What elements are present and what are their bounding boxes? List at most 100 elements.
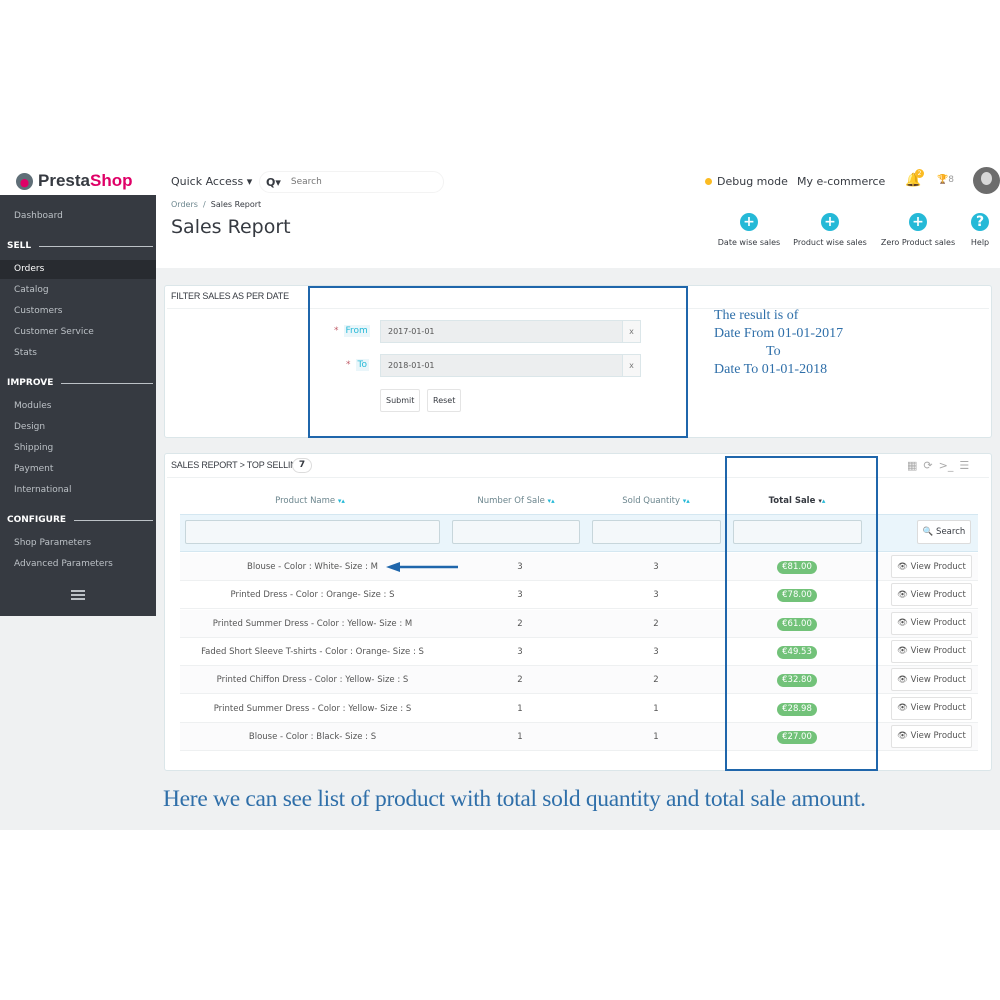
search-input[interactable] — [290, 177, 421, 187]
result-count-badge: 7 — [292, 458, 312, 473]
search-button[interactable]: 🔍 Search — [917, 520, 971, 544]
annotation-box-total-sale — [725, 456, 878, 771]
sidebar-item-customers[interactable]: Customers — [14, 306, 62, 316]
cell-number-of-sale: 1 — [517, 703, 523, 714]
view-product-button[interactable]: 👁 View Product — [891, 668, 972, 692]
plus-circle-icon: + — [821, 213, 839, 231]
user-avatar[interactable] — [973, 167, 1000, 194]
sidebar-section-sell: SELL — [7, 241, 153, 251]
column-header-product-name[interactable]: Product Name ▾▴ — [180, 496, 440, 506]
product-wise-sales-button[interactable]: + Product wise sales — [789, 213, 871, 247]
eye-icon: 👁 — [897, 674, 908, 685]
column-label: Product Name — [275, 496, 336, 506]
cell-product-name: Blouse - Color : Black- Size : S — [248, 731, 377, 742]
sidebar-item-advanced-parameters[interactable]: Advanced Parameters — [14, 559, 113, 569]
sidebar-item-international[interactable]: International — [14, 485, 71, 495]
toolbar-label: Help — [970, 238, 990, 247]
toolbar-label: Product wise sales — [793, 238, 867, 247]
cell-number-of-sale: 1 — [517, 731, 523, 742]
cell-sold-quantity: 3 — [653, 590, 659, 601]
sort-asc-icon[interactable]: ▴ — [341, 497, 345, 505]
eye-icon: 👁 — [897, 731, 908, 742]
view-product-label: View Product — [910, 674, 966, 685]
help-circle-icon: ? — [971, 213, 989, 231]
sql-query-icon[interactable]: >_ — [939, 459, 954, 472]
debug-mode-indicator[interactable]: Debug mode — [705, 175, 788, 188]
breadcrumb-separator: / — [203, 200, 206, 209]
date-wise-sales-button[interactable]: + Date wise sales — [714, 213, 784, 247]
sidebar-item-orders[interactable]: Orders — [14, 264, 44, 274]
cell-product-name: Printed Dress - Color : Orange- Size : S — [230, 590, 395, 601]
annotation-arrow-icon — [386, 562, 458, 572]
column-header-number-of-sale[interactable]: Number Of Sale ▾▴ — [448, 496, 584, 506]
view-product-label: View Product — [910, 731, 966, 742]
toolbar-label: Zero Product sales — [880, 238, 956, 247]
sidebar-item-shipping[interactable]: Shipping — [14, 443, 53, 453]
cell-product-name: Printed Chiffon Dress - Color : Yellow- … — [216, 675, 409, 686]
view-product-label: View Product — [910, 646, 966, 657]
view-product-button[interactable]: 👁 View Product — [891, 639, 972, 663]
export-icon[interactable]: ▦ — [907, 459, 917, 472]
view-product-label: View Product — [910, 703, 966, 713]
cell-product-name: Printed Summer Dress - Color : Yellow- S… — [213, 703, 412, 714]
eye-icon: 👁 — [897, 561, 908, 572]
zero-product-sales-button[interactable]: + Zero Product sales — [877, 213, 959, 247]
sidebar-item-catalog[interactable]: Catalog — [14, 285, 49, 295]
sort-asc-icon[interactable]: ▴ — [551, 497, 555, 505]
database-icon[interactable]: ☰ — [959, 459, 969, 472]
sort-asc-icon[interactable]: ▴ — [686, 497, 690, 505]
cell-sold-quantity: 1 — [653, 703, 659, 714]
view-product-button[interactable]: 👁 View Product — [891, 555, 972, 578]
view-product-button[interactable]: 👁 View Product — [891, 724, 972, 748]
filter-number-of-sale[interactable] — [452, 520, 580, 544]
section-divider — [39, 245, 153, 247]
trophy-icon[interactable]: 🏆8 — [937, 175, 954, 185]
cell-number-of-sale: 3 — [517, 646, 523, 657]
view-product-label: View Product — [910, 561, 966, 572]
column-header-sold-quantity[interactable]: Sold Quantity ▾▴ — [588, 496, 724, 506]
global-search[interactable]: Q▾ — [259, 171, 444, 193]
eye-icon: 👁 — [897, 646, 908, 657]
search-icon: 🔍 — [922, 527, 934, 537]
panel-tools: ▦ ⟳ >_ ☰ — [907, 459, 969, 472]
sidebar-item-payment[interactable]: Payment — [14, 464, 53, 474]
collapse-menu-icon[interactable] — [71, 590, 85, 602]
sidebar-section-improve: IMPROVE — [7, 378, 153, 388]
view-product-button[interactable]: 👁 View Product — [891, 611, 972, 635]
debug-dot-icon — [705, 178, 712, 185]
breadcrumb: Orders / Sales Report — [171, 200, 261, 209]
sidebar-item-shop-parameters[interactable]: Shop Parameters — [14, 538, 91, 548]
breadcrumb-orders[interactable]: Orders — [171, 200, 198, 209]
help-button[interactable]: ? Help — [966, 213, 994, 247]
refresh-icon[interactable]: ⟳ — [923, 459, 932, 472]
plus-circle-icon: + — [909, 213, 927, 231]
shop-name-link[interactable]: My e-commerce — [797, 175, 885, 188]
cell-sold-quantity: 2 — [653, 675, 659, 686]
sidebar-item-modules[interactable]: Modules — [14, 401, 51, 411]
section-divider — [74, 519, 153, 521]
view-product-button[interactable]: 👁 View Product — [891, 583, 972, 607]
eye-icon: 👁 — [897, 589, 908, 600]
note-line: Date To 01-01-2018 — [714, 362, 828, 377]
note-line: The result is of — [714, 308, 799, 323]
prestashop-logo[interactable]: PrestaShop — [16, 171, 132, 191]
view-product-label: View Product — [910, 618, 966, 629]
sidebar-item-design[interactable]: Design — [14, 422, 45, 432]
filter-panel-title: FILTER SALES AS PER DATE — [171, 291, 289, 301]
cell-product-name: Printed Summer Dress - Color : Yellow- S… — [212, 618, 413, 629]
quick-access-dropdown[interactable]: Quick Access ▾ — [171, 175, 252, 188]
sidebar-item-stats[interactable]: Stats — [14, 348, 37, 358]
debug-mode-label: Debug mode — [717, 175, 788, 188]
sidebar-item-dashboard[interactable]: Dashboard — [14, 211, 63, 221]
sidebar-item-customer-service[interactable]: Customer Service — [14, 327, 94, 337]
column-label: Sold Quantity — [622, 496, 681, 506]
cell-sold-quantity: 3 — [653, 646, 659, 657]
toolbar-label: Date wise sales — [717, 238, 781, 247]
view-product-button[interactable]: 👁 View Product — [891, 696, 972, 720]
logo-text-presta: Presta — [38, 171, 90, 190]
search-icon[interactable]: Q▾ — [266, 176, 281, 189]
filter-product-name[interactable] — [185, 520, 440, 544]
filter-sold-quantity[interactable] — [592, 520, 721, 544]
section-divider — [61, 382, 153, 384]
search-button-label: Search — [936, 527, 966, 537]
